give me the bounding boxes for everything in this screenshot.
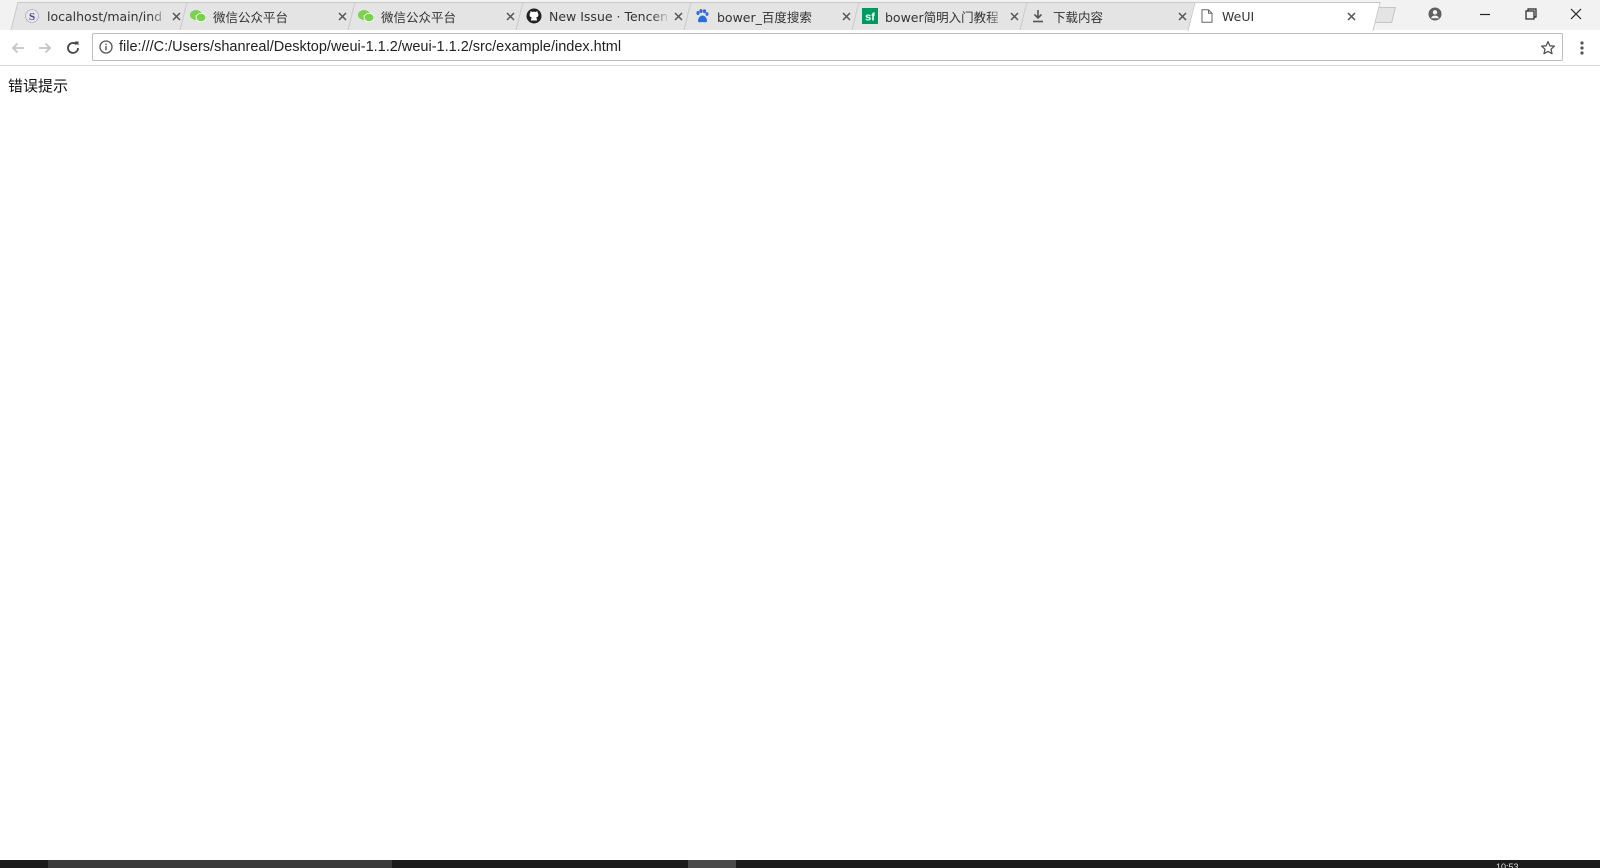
tab-github[interactable]: New Issue · Tencen	[520, 2, 688, 30]
close-icon[interactable]	[168, 8, 184, 24]
minimize-button[interactable]	[1462, 0, 1508, 28]
address-bar[interactable]: file:///C:/Users/shanreal/Desktop/weui-1…	[92, 33, 1563, 61]
close-icon[interactable]	[1343, 8, 1359, 24]
back-button[interactable]	[5, 35, 31, 61]
page-content: 错误提示	[0, 66, 1600, 860]
close-icon[interactable]	[502, 8, 518, 24]
restore-button[interactable]	[1508, 0, 1554, 28]
tab-weui[interactable]: WeUI	[1193, 2, 1361, 30]
wechat-icon	[358, 8, 374, 24]
wechat-icon	[190, 8, 206, 24]
close-icon[interactable]	[334, 8, 350, 24]
segmentfault-icon: sf	[862, 8, 878, 24]
close-icon[interactable]	[838, 8, 854, 24]
svg-text:S: S	[29, 11, 35, 23]
tab-wechat-2[interactable]: 微信公众平台	[352, 2, 520, 30]
tab-segmentfault[interactable]: sf bower简明入门教程	[856, 2, 1024, 30]
tab-title: bower_百度搜索	[717, 9, 812, 25]
taskbar-clock: 10:53	[1496, 862, 1519, 868]
tab-localhost[interactable]: S localhost/main/ind	[18, 2, 186, 30]
tab-baidu[interactable]: bower_百度搜索	[688, 2, 856, 30]
s-favicon-icon: S	[24, 8, 40, 24]
close-icon[interactable]	[670, 8, 686, 24]
tab-title: localhost/main/ind	[47, 8, 163, 24]
profile-icon[interactable]	[1412, 0, 1458, 28]
close-icon[interactable]	[1006, 8, 1022, 24]
tab-title: WeUI	[1222, 8, 1255, 24]
browser-toolbar: file:///C:/Users/shanreal/Desktop/weui-1…	[0, 30, 1600, 66]
taskbar-app-segment[interactable]	[48, 860, 392, 868]
tab-strip: S localhost/main/ind 微信公众平台 微信公众平台 New I…	[0, 0, 1600, 31]
forward-button[interactable]	[32, 35, 58, 61]
github-icon	[526, 8, 542, 24]
baidu-paw-icon	[694, 8, 710, 24]
tab-title: 微信公众平台	[381, 9, 457, 25]
taskbar-app-segment[interactable]	[688, 860, 736, 868]
tab-title: bower简明入门教程	[885, 9, 999, 25]
tab-title: 下载内容	[1053, 9, 1104, 25]
download-icon	[1030, 8, 1046, 24]
document-icon	[1199, 8, 1215, 24]
error-message-text: 错误提示	[8, 77, 69, 95]
os-taskbar: 10:53	[0, 860, 1600, 868]
info-icon[interactable]	[99, 40, 113, 54]
url-text[interactable]: file:///C:/Users/shanreal/Desktop/weui-1…	[119, 39, 621, 55]
reload-button[interactable]	[60, 35, 86, 61]
svg-text:sf: sf	[865, 12, 875, 24]
menu-icon[interactable]	[1572, 35, 1592, 61]
tab-wechat-1[interactable]: 微信公众平台	[184, 2, 352, 30]
tab-title: New Issue · Tencen	[549, 8, 669, 24]
tab-downloads[interactable]: 下载内容	[1024, 2, 1192, 30]
close-icon[interactable]	[1174, 8, 1190, 24]
close-window-button[interactable]	[1553, 0, 1599, 28]
tab-title: 微信公众平台	[213, 9, 289, 25]
bookmark-star-icon[interactable]	[1538, 38, 1558, 58]
